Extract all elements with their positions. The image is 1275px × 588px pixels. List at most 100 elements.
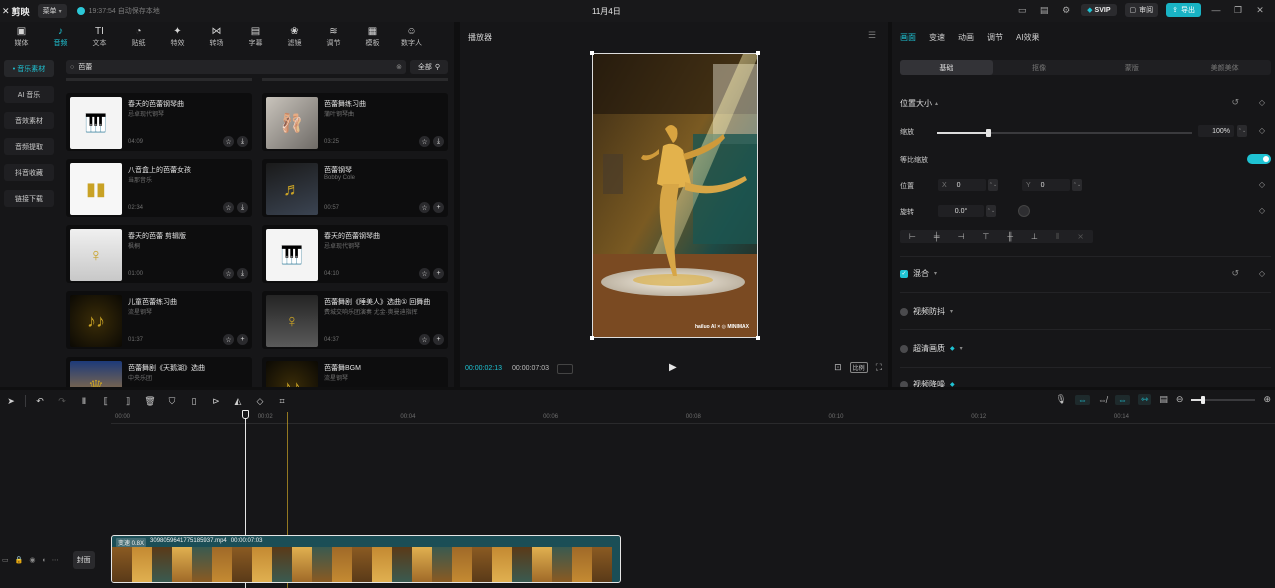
lock-icon[interactable]: 🔒 xyxy=(15,556,24,564)
subtab-2[interactable]: 蒙版 xyxy=(1086,60,1179,75)
music-card[interactable]: ♪♪ 儿童芭蕾练习曲 流星钢琴 01:37 ☆ + xyxy=(66,291,252,349)
rotate-dial[interactable] xyxy=(1018,205,1030,217)
favorite-icon[interactable]: ☆ xyxy=(223,268,234,279)
tab-inspector-4[interactable]: AI效果 xyxy=(1016,32,1040,43)
keyframe-icon[interactable]: ◇ xyxy=(1259,98,1265,107)
sidebar-item-douyin-favorites[interactable]: 抖音收藏 xyxy=(4,164,54,181)
split-left-icon[interactable]: ⟦ xyxy=(95,396,117,407)
scale-slider-knob[interactable] xyxy=(986,129,991,137)
position-y-stepper[interactable]: ⌃⌄ xyxy=(1072,179,1082,191)
position-size-section[interactable]: 位置大小 ▴ xyxy=(900,98,938,109)
play-icon[interactable]: ▶ xyxy=(669,362,677,373)
favorite-icon[interactable]: ☆ xyxy=(419,202,430,213)
crop-icon[interactable]: ⌗ xyxy=(271,396,293,407)
reset-icon[interactable]: ↺ xyxy=(1231,97,1239,108)
zoom-slider[interactable] xyxy=(1191,395,1256,404)
sidebar-item-ai-music[interactable]: AI 音乐 xyxy=(4,86,54,103)
tab-media[interactable]: ▣ 媒体 xyxy=(2,22,41,52)
eye-icon[interactable]: ◉ xyxy=(29,556,35,564)
subtab-1[interactable]: 抠像 xyxy=(993,60,1086,75)
mirror-icon[interactable]: ◭ xyxy=(227,396,249,407)
zoom-in-icon[interactable]: ⊕ xyxy=(1263,394,1271,405)
more-icon[interactable]: ⋯ xyxy=(52,556,59,564)
sidebar-item-audio-extract[interactable]: 音频提取 xyxy=(4,138,54,155)
link-main-track-icon[interactable]: ⇔ xyxy=(1074,394,1090,405)
tab-inspector-3[interactable]: 调节 xyxy=(987,32,1003,43)
blend-checkbox[interactable]: ✓ xyxy=(900,269,908,278)
favorite-icon[interactable]: ☆ xyxy=(419,268,430,279)
filter-button[interactable]: 全部 ⚲ xyxy=(410,60,448,74)
minimize-icon[interactable]: — xyxy=(1209,3,1223,17)
reverse-play-icon[interactable]: ⊳ xyxy=(205,396,227,407)
tab-transition[interactable]: ⋈ 转场 xyxy=(197,22,236,52)
review-button[interactable]: ▢ 审阅 xyxy=(1124,3,1159,17)
sidebar-item-link-download[interactable]: 链接下载 xyxy=(4,190,54,207)
music-card[interactable]: ▮▮ 八音盒上的芭蕾女孩 当那音乐 02:34 ☆ ⤓ xyxy=(66,159,252,217)
scale-stepper[interactable]: ⌃⌄ xyxy=(1237,125,1247,137)
keyframe-icon[interactable]: ◇ xyxy=(1259,180,1265,189)
ratio-button[interactable]: 比例 xyxy=(849,362,868,373)
reset-icon[interactable]: ↺ xyxy=(1231,268,1239,279)
music-card[interactable]: 🩰 芭蕾舞练习曲 蒲叶钢琴曲 03:25 ☆ ⤓ xyxy=(262,93,448,151)
time-ruler[interactable]: 00:00 00:02 00:04 00:06 00:08 00:10 00:12 00:14 xyxy=(111,412,1275,424)
redo-icon[interactable]: ↷ xyxy=(51,396,73,407)
maximize-icon[interactable]: ❐ xyxy=(1231,3,1245,17)
stabilize-section[interactable]: 视频防抖 ▾ xyxy=(900,306,953,317)
align-center-h-icon[interactable]: ╪ xyxy=(934,232,940,241)
tab-effects[interactable]: ✦ 特效 xyxy=(158,22,197,52)
layout-switch-icon[interactable]: ▤ xyxy=(1037,3,1051,17)
stabilize-checkbox[interactable] xyxy=(900,307,908,316)
uniform-scale-toggle[interactable] xyxy=(1247,154,1271,164)
distribute-h-icon[interactable]: ⫴ xyxy=(1056,232,1059,242)
tab-captions[interactable]: ▤ 字幕 xyxy=(236,22,275,52)
favorite-icon[interactable]: ☆ xyxy=(223,136,234,147)
keyframe-icon[interactable]: ◇ xyxy=(1259,206,1265,215)
sidebar-item-music-library[interactable]: • 音乐素材 xyxy=(4,60,54,77)
tab-inspector-1[interactable]: 变速 xyxy=(929,32,945,43)
tab-inspector-0[interactable]: 画面 xyxy=(900,32,916,43)
favorite-icon[interactable]: ☆ xyxy=(223,334,234,345)
music-card[interactable]: ♪♪芭蕾舞BGM流星钢琴☆+ xyxy=(262,357,448,387)
svip-button[interactable]: ◆ SVIP xyxy=(1081,4,1117,16)
video-preview[interactable]: hailuo AI × ◎ MINIMAX xyxy=(592,53,758,338)
preview-axis-icon[interactable]: ⇿ xyxy=(1137,394,1152,405)
resize-handle[interactable] xyxy=(590,336,594,340)
favorite-icon[interactable]: ☆ xyxy=(419,136,430,147)
split-right-icon[interactable]: ⟧ xyxy=(117,396,139,407)
zoom-out-icon[interactable]: ⊖ xyxy=(1176,394,1184,405)
rotate-stepper[interactable]: ⌃⌄ xyxy=(986,205,996,217)
tab-filters[interactable]: ❀ 滤镜 xyxy=(275,22,314,52)
subtab-0[interactable]: 基础 xyxy=(900,60,993,75)
blend-section[interactable]: ✓ 混合 ▾ xyxy=(900,268,937,279)
add-icon[interactable]: + xyxy=(433,268,444,279)
layout-icon[interactable]: ▭ xyxy=(1015,3,1029,17)
align-right-icon[interactable]: ⊣ xyxy=(958,232,965,241)
music-card[interactable]: 🎹 春天的芭蕾钢琴曲 忌卓现代钢琴 04:09 ☆ ⤓ xyxy=(66,93,252,151)
playhead-handle[interactable] xyxy=(242,410,249,419)
music-card[interactable]: 🎹 春天的芭蕾钢琴曲 忌卓现代钢琴 04:10 ☆ + xyxy=(262,225,448,283)
add-icon[interactable]: + xyxy=(433,202,444,213)
download-icon[interactable]: ⤓ xyxy=(237,202,248,213)
position-x-stepper[interactable]: ⌃⌄ xyxy=(988,179,998,191)
align-center-v-icon[interactable]: ╫ xyxy=(1007,232,1013,241)
link-icon[interactable]: ⇔ xyxy=(1114,394,1130,405)
distribute-v-icon[interactable]: ⨯ xyxy=(1077,232,1084,241)
tab-adjust[interactable]: ≋ 调节 xyxy=(314,22,353,52)
align-bottom-icon[interactable]: ⊥ xyxy=(1031,232,1038,241)
music-card[interactable]: ♛芭蕾舞剧《天鹅湖》选曲中央乐团☆+ xyxy=(66,357,252,387)
scale-input[interactable]: 100% xyxy=(1198,125,1234,137)
scale-slider[interactable] xyxy=(937,129,1192,137)
menu-icon[interactable]: ☰ xyxy=(868,30,876,41)
resize-handle[interactable] xyxy=(756,51,760,55)
focus-icon[interactable]: ⊡ xyxy=(834,362,842,373)
download-icon[interactable]: ⤓ xyxy=(433,136,444,147)
favorite-icon[interactable]: ☆ xyxy=(419,334,430,345)
music-card[interactable]: ♬ 芭蕾钢琴 Bobby Cole 00:57 ☆ + xyxy=(262,159,448,217)
frame-grid-icon[interactable] xyxy=(557,364,573,374)
close-icon[interactable]: ✕ xyxy=(1253,3,1267,17)
denoise-checkbox[interactable] xyxy=(900,380,908,387)
add-icon[interactable]: + xyxy=(433,334,444,345)
fullscreen-icon[interactable]: ⛶ xyxy=(876,362,882,373)
video-clip[interactable]: 变速 0.8X 3098059641775185937.mp4 00:00:07… xyxy=(111,535,621,583)
split-icon[interactable]: Ⅱ xyxy=(73,396,95,407)
